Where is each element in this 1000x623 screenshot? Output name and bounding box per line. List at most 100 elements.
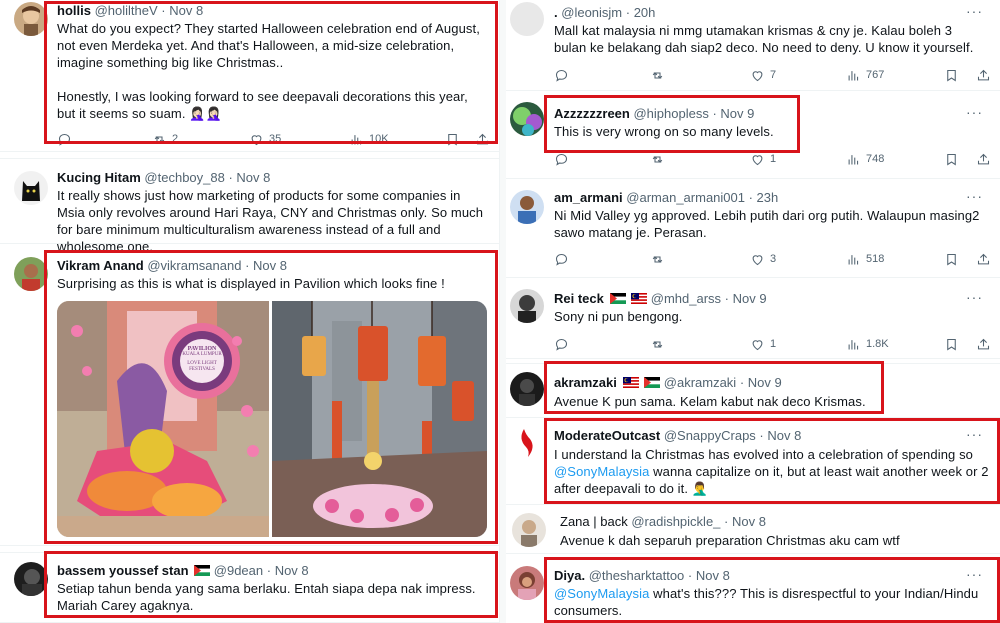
timestamp[interactable]: · Nov 8 bbox=[161, 3, 203, 18]
tweet-vikram-anand[interactable]: Vikram Anand @vikramsanand · Nov 8 Surpr… bbox=[0, 248, 499, 546]
retweet-button[interactable] bbox=[650, 150, 670, 168]
bookmark-button[interactable] bbox=[944, 335, 959, 353]
media-photo-flower-display[interactable]: PAVILION KUALA LUMPUR LOVE LIGHT FESTIVA… bbox=[57, 301, 269, 537]
avatar[interactable] bbox=[14, 171, 48, 205]
share-button[interactable] bbox=[976, 66, 991, 84]
avatar[interactable] bbox=[14, 257, 48, 291]
tweet-zana[interactable]: Zana | back @radishpickle_ · Nov 8 Avenu… bbox=[506, 506, 1000, 554]
views-button[interactable]: 10K bbox=[349, 130, 389, 148]
more-options-icon[interactable]: ··· bbox=[966, 289, 983, 305]
author-name[interactable]: Zana | back bbox=[560, 514, 628, 529]
author-handle[interactable]: @akramzaki bbox=[664, 375, 736, 390]
author-handle[interactable]: @arman_armani001 bbox=[626, 190, 745, 205]
timestamp[interactable]: · Nov 9 bbox=[725, 291, 767, 306]
reply-button[interactable] bbox=[554, 250, 574, 268]
tweet-rei-teck[interactable]: Rei teck @mhd_arss · Nov 9 ··· Sony ni p… bbox=[506, 280, 1000, 359]
avatar[interactable] bbox=[510, 190, 544, 224]
author-handle[interactable]: @radishpickle_ bbox=[631, 514, 720, 529]
author-name[interactable]: Rei teck bbox=[554, 291, 604, 306]
avatar[interactable] bbox=[14, 562, 48, 596]
author-name[interactable]: ModerateOutcast bbox=[554, 428, 660, 443]
retweet-button[interactable] bbox=[650, 250, 670, 268]
author-handle[interactable]: @vikramsanand bbox=[147, 258, 241, 273]
timestamp[interactable]: · Nov 8 bbox=[688, 568, 730, 583]
mention-link[interactable]: @SonyMalaysia bbox=[554, 586, 649, 601]
like-button[interactable]: 1 bbox=[750, 335, 776, 353]
reply-button[interactable] bbox=[57, 130, 77, 148]
author-handle[interactable]: @holiltheV bbox=[95, 3, 158, 18]
retweet-button[interactable] bbox=[650, 335, 670, 353]
author-handle[interactable]: @leonisjm bbox=[561, 5, 622, 20]
timestamp[interactable]: · Nov 9 bbox=[740, 375, 782, 390]
share-button[interactable] bbox=[976, 250, 991, 268]
reply-button[interactable] bbox=[554, 335, 574, 353]
avatar[interactable] bbox=[510, 566, 544, 600]
views-button[interactable]: 767 bbox=[846, 66, 884, 84]
avatar[interactable] bbox=[510, 372, 544, 406]
retweet-button[interactable] bbox=[650, 66, 670, 84]
tweet-moderateoutcast[interactable]: ModerateOutcast @SnappyCraps · Nov 8 ···… bbox=[506, 419, 1000, 505]
more-options-icon[interactable]: ··· bbox=[966, 3, 983, 19]
author-name[interactable]: Kucing Hitam bbox=[57, 170, 141, 185]
like-button[interactable]: 7 bbox=[750, 66, 776, 84]
bookmark-button[interactable] bbox=[445, 130, 460, 148]
avatar[interactable] bbox=[510, 289, 544, 323]
timestamp[interactable]: · Nov 8 bbox=[245, 258, 287, 273]
share-button[interactable] bbox=[976, 335, 991, 353]
views-button[interactable]: 518 bbox=[846, 250, 884, 268]
share-button[interactable] bbox=[976, 150, 991, 168]
mention-link[interactable]: @SonyMalaysia bbox=[554, 464, 649, 479]
author-name[interactable]: Diya. bbox=[554, 568, 585, 583]
more-options-icon[interactable]: ··· bbox=[966, 566, 983, 582]
bookmark-button[interactable] bbox=[944, 66, 959, 84]
timestamp[interactable]: · Nov 8 bbox=[228, 170, 270, 185]
author-name[interactable]: akramzaki bbox=[554, 375, 617, 390]
author-handle[interactable]: @techboy_88 bbox=[144, 170, 224, 185]
reply-button[interactable] bbox=[554, 66, 574, 84]
author-name[interactable]: Azzzzzzreen bbox=[554, 106, 630, 121]
timestamp[interactable]: · 20h bbox=[626, 5, 656, 20]
timestamp[interactable]: · Nov 9 bbox=[712, 106, 754, 121]
views-button[interactable]: 748 bbox=[846, 150, 884, 168]
author-name[interactable]: Vikram Anand bbox=[57, 258, 144, 273]
timestamp[interactable]: · Nov 8 bbox=[267, 563, 309, 578]
more-options-icon[interactable]: ··· bbox=[966, 426, 983, 442]
tweet-akramzaki[interactable]: akramzaki @akramzaki · Nov 9 Avenue K pu… bbox=[506, 363, 1000, 418]
bookmark-button[interactable] bbox=[944, 150, 959, 168]
avatar[interactable] bbox=[510, 102, 544, 136]
avatar[interactable] bbox=[510, 425, 544, 459]
like-button[interactable]: 3 bbox=[750, 250, 776, 268]
avatar[interactable] bbox=[510, 2, 544, 36]
media-photo-lantern-display[interactable] bbox=[272, 301, 487, 537]
views-button[interactable]: 1.8K bbox=[846, 335, 889, 353]
timestamp[interactable]: · Nov 8 bbox=[724, 514, 766, 529]
tweet-kucing-hitam[interactable]: Kucing Hitam @techboy_88 · Nov 8 It real… bbox=[0, 158, 499, 254]
more-options-icon[interactable]: ··· bbox=[966, 188, 983, 204]
tweet-leonisjm[interactable]: . @leonisjm · 20h ··· Mall kat malaysia … bbox=[506, 0, 1000, 91]
tweet-azzzzzzreen[interactable]: Azzzzzzreen @hiphopless · Nov 9 ··· This… bbox=[506, 92, 1000, 179]
avatar[interactable] bbox=[14, 2, 48, 36]
bookmark-button[interactable] bbox=[944, 250, 959, 268]
timestamp[interactable]: · Nov 8 bbox=[759, 428, 801, 443]
tweet-am-armani[interactable]: am_armani @arman_armani001 · 23h ··· Ni … bbox=[506, 180, 1000, 278]
author-name[interactable]: . bbox=[554, 5, 558, 20]
author-handle[interactable]: @hiphopless bbox=[633, 106, 708, 121]
retweet-button[interactable]: 2 bbox=[152, 130, 178, 148]
timestamp[interactable]: · 23h bbox=[749, 190, 779, 205]
like-button[interactable]: 35 bbox=[249, 130, 281, 148]
author-handle[interactable]: @mhd_arss bbox=[651, 291, 721, 306]
author-handle[interactable]: @thesharktattoo bbox=[589, 568, 685, 583]
share-button[interactable] bbox=[475, 130, 490, 148]
author-name[interactable]: bassem youssef stan bbox=[57, 563, 189, 578]
tweet-bassem[interactable]: bassem youssef stan @9dean · Nov 8 Setia… bbox=[0, 552, 499, 623]
author-handle[interactable]: @SnappyCraps bbox=[664, 428, 756, 443]
tweet-hollis[interactable]: hollis @holiltheV · Nov 8 What do you ex… bbox=[0, 0, 499, 152]
tweet-diya[interactable]: Diya. @thesharktattoo · Nov 8 ··· @SonyM… bbox=[506, 556, 1000, 623]
reply-button[interactable] bbox=[554, 150, 574, 168]
avatar[interactable] bbox=[512, 513, 546, 547]
author-name[interactable]: am_armani bbox=[554, 190, 623, 205]
author-name[interactable]: hollis bbox=[57, 3, 91, 18]
author-handle[interactable]: @9dean bbox=[214, 563, 263, 578]
tweet-media[interactable]: PAVILION KUALA LUMPUR LOVE LIGHT FESTIVA… bbox=[57, 301, 487, 537]
more-options-icon[interactable]: ··· bbox=[966, 104, 983, 120]
